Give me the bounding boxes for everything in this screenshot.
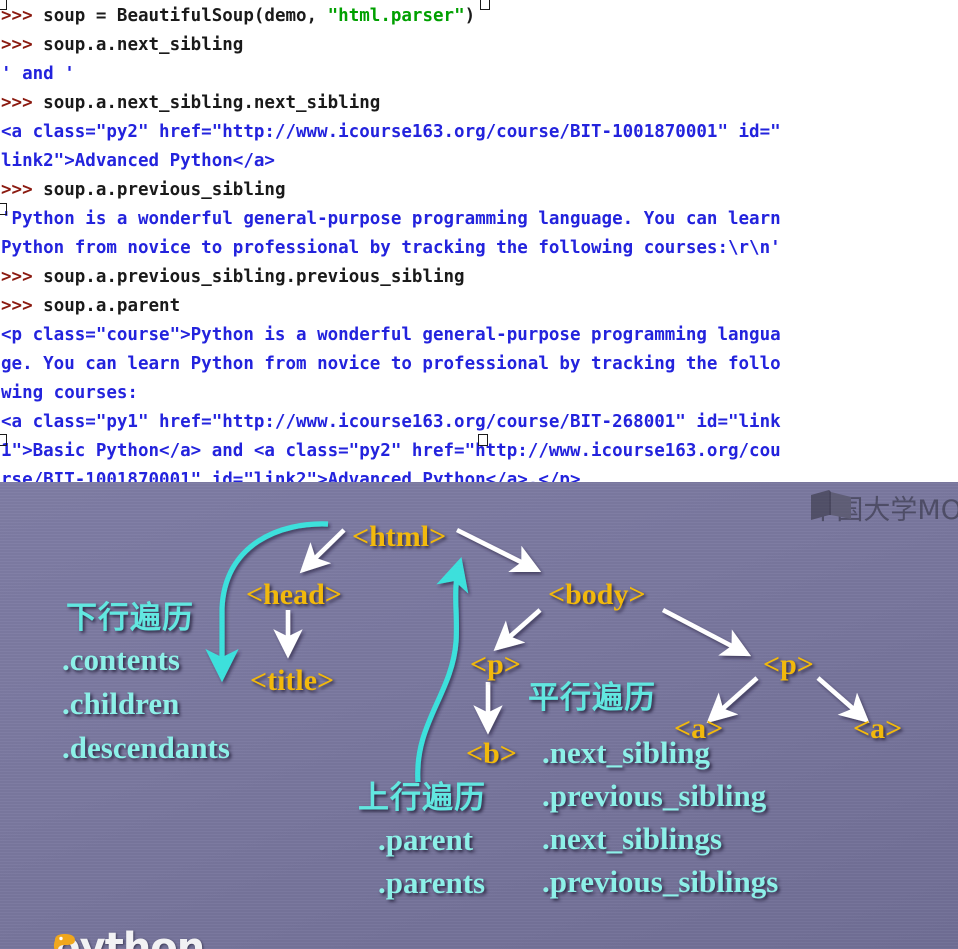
terminal-line: >>> soup.a.parent [0, 292, 958, 321]
repl-output: ' and ' [1, 64, 75, 84]
tree-node-body: <body> [548, 578, 646, 611]
missing-glyph-box [0, 0, 7, 10]
repl-prompt: >>> [1, 267, 44, 287]
terminal-line: wing courses: [0, 379, 958, 408]
terminal-line: >>> soup.a.next_sibling.next_sibling [0, 89, 958, 118]
repl-prompt: >>> [1, 296, 44, 316]
attr-previous-siblings: .previous_siblings [542, 864, 779, 899]
tree-node-head: <head> [246, 578, 342, 611]
repl-command: soup.a.parent [43, 296, 181, 316]
tree-node-p-second: <p> [763, 648, 814, 681]
book-icon [811, 490, 852, 520]
repl-output: rse/BIT-1001870001" id="link2">Advanced … [1, 470, 581, 482]
repl-command: soup.a.next_sibling [43, 35, 244, 55]
repl-prompt: >>> [1, 93, 44, 113]
attr-contents: ​.contents [62, 642, 180, 677]
missing-glyph-box [0, 434, 7, 446]
python-logo: python [52, 928, 205, 949]
tree-node-html: <html> [352, 520, 447, 553]
python-snake-icon [53, 934, 75, 949]
repl-string-literal: "html.parser" [327, 6, 465, 26]
terminal-line: >>> soup.a.previous_sibling [0, 176, 958, 205]
tree-node-title: <title> [250, 664, 335, 697]
missing-glyph-box [0, 203, 7, 215]
missing-glyph-box [478, 434, 488, 446]
repl-prompt: >>> [1, 6, 44, 26]
upward-traversal-arrow [415, 556, 469, 783]
tree-node-b: <b> [466, 737, 517, 770]
attr-next-siblings: .next_siblings [542, 821, 723, 856]
screenshot-root: >>> soup = BeautifulSoup(demo, "html.par… [0, 0, 958, 949]
terminal-line: >>> soup.a.next_sibling [0, 31, 958, 60]
repl-output: 1">Basic Python</a> and <a class="py2" h… [1, 441, 781, 461]
repl-output: wing courses: [1, 383, 138, 403]
repl-output: <a class="py1" href="http://www.icourse1… [1, 412, 781, 432]
attr-parent: .parent [378, 822, 474, 857]
repl-output: ge. You can learn Python from novice to … [1, 354, 781, 374]
attr-parents: .parents [378, 865, 486, 900]
repl-command: soup.a.previous_sibling [43, 180, 286, 200]
attr-previous-sibling: .previous_sibling [542, 778, 767, 813]
repl-output: Python from novice to professional by tr… [1, 238, 781, 258]
repl-prompt: >>> [1, 35, 44, 55]
attr-children: .children [62, 686, 180, 721]
terminal-line: rse/BIT-1001870001" id="link2">Advanced … [0, 466, 958, 482]
video-frame-dom-traversal-diagram: <html> <head> <title> <body> <p> <b> <p>… [0, 482, 958, 949]
terminal-line: <a class="py2" href="http://www.icourse1… [0, 118, 958, 147]
repl-output: 'Python is a wonderful general-purpose p… [1, 209, 781, 229]
watermark: 中国大学MO [809, 488, 958, 527]
terminal-line: ge. You can learn Python from novice to … [0, 350, 958, 379]
missing-glyph-box [480, 0, 490, 10]
repl-prompt: >>> [1, 180, 44, 200]
python-repl-terminal[interactable]: >>> soup = BeautifulSoup(demo, "html.par… [0, 0, 958, 482]
terminal-line: >>> soup.a.previous_sibling.previous_sib… [0, 263, 958, 292]
repl-command: soup = BeautifulSoup(demo, [43, 6, 328, 26]
upward-traversal-heading: 上行遍历 [358, 780, 486, 816]
tree-node-p-first: <p> [470, 648, 521, 681]
terminal-line: Python from novice to professional by tr… [0, 234, 958, 263]
attr-descendants: .descendants [62, 730, 230, 765]
terminal-line: link2">Advanced Python</a> [0, 147, 958, 176]
repl-output: <a class="py2" href="http://www.icourse1… [1, 122, 781, 142]
terminal-line: ' and ' [0, 60, 958, 89]
terminal-line: 'Python is a wonderful general-purpose p… [0, 205, 958, 234]
repl-command-tail: ) [464, 6, 476, 26]
parallel-traversal-heading: 平行遍历 [528, 680, 656, 716]
tree-node-a-second: <a> [853, 712, 903, 745]
repl-command: soup.a.next_sibling.next_sibling [43, 93, 381, 113]
terminal-line: <a class="py1" href="http://www.icourse1… [0, 408, 958, 437]
repl-output: link2">Advanced Python</a> [1, 151, 275, 171]
attr-next-sibling: .next_sibling [542, 735, 710, 770]
downward-traversal-heading: 下行遍历 [66, 600, 194, 636]
terminal-line: <p class="course">Python is a wonderful … [0, 321, 958, 350]
repl-command: soup.a.previous_sibling.previous_sibling [43, 267, 465, 287]
repl-output: <p class="course">Python is a wonderful … [1, 325, 781, 345]
terminal-line: >>> soup = BeautifulSoup(demo, "html.par… [0, 2, 958, 31]
